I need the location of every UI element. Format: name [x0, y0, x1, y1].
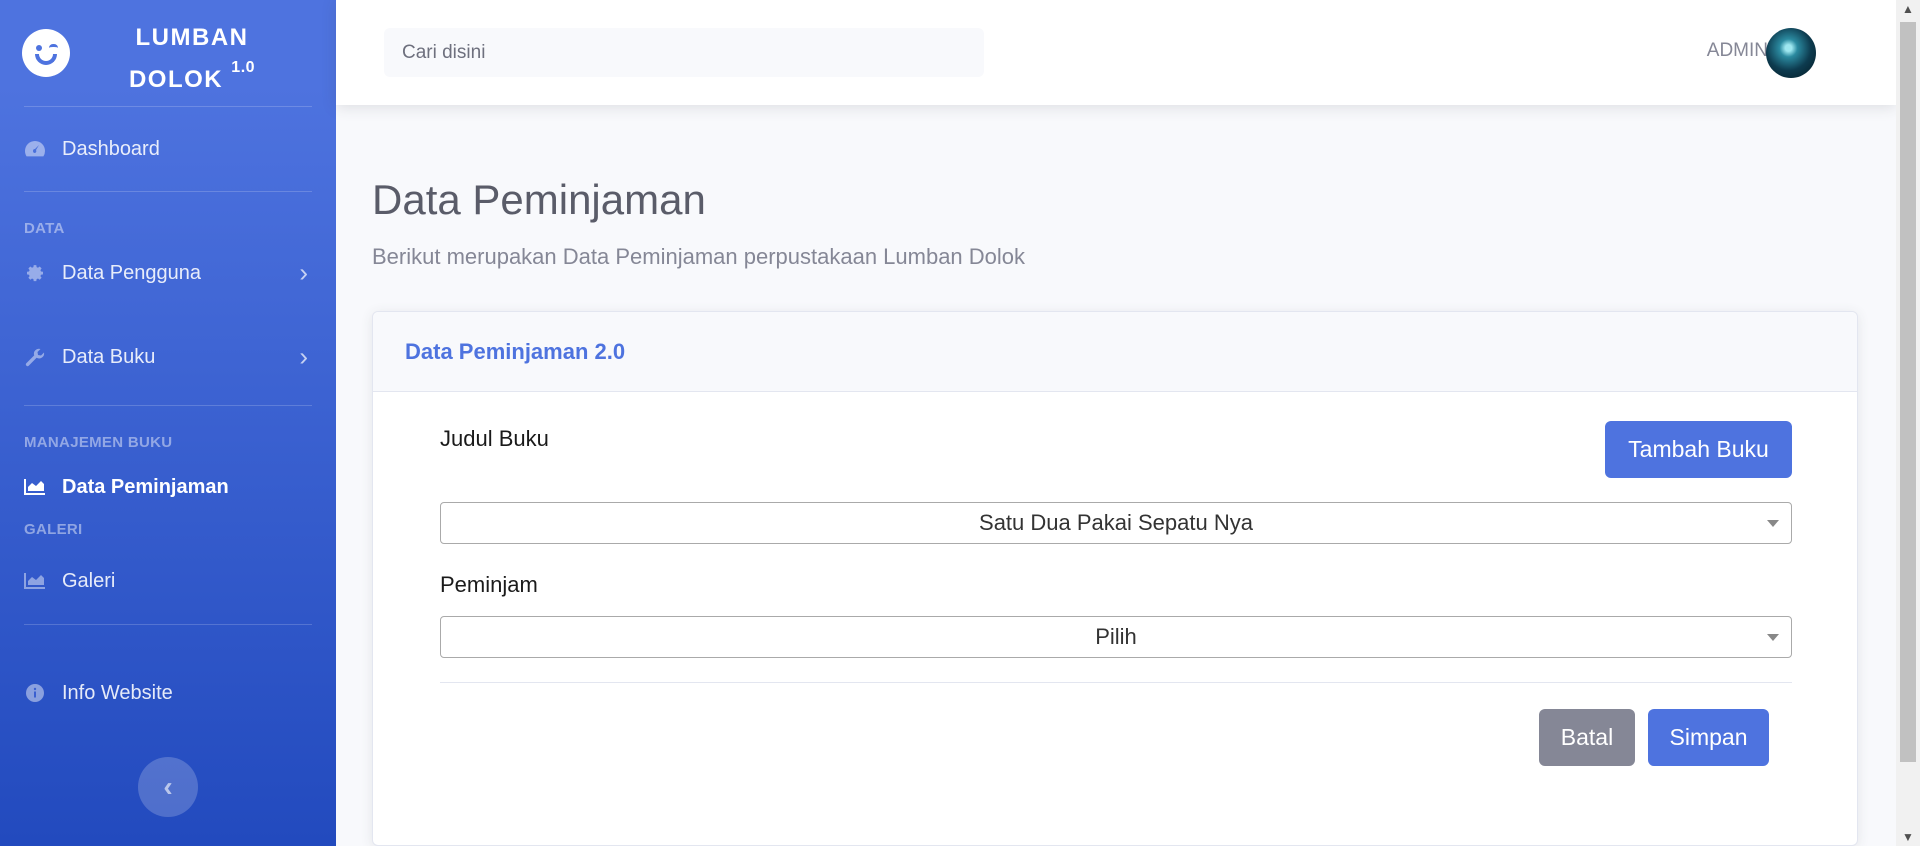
brand-name: LUMBAN DOLOK 1.0	[112, 20, 272, 98]
peminjam-select[interactable]: Pilih	[440, 616, 1792, 658]
sidebar-item-label: Data Buku	[62, 345, 156, 368]
caret-down-icon	[1767, 634, 1779, 641]
judul-buku-select[interactable]: Satu Dua Pakai Sepatu Nya	[440, 502, 1792, 544]
card-header: Data Peminjaman 2.0	[373, 312, 1857, 392]
avatar[interactable]	[1766, 28, 1816, 78]
chevron-right-icon: ›	[299, 341, 308, 372]
form-card: Data Peminjaman 2.0 Judul Buku Tambah Bu…	[372, 311, 1858, 846]
peminjam-selected-value: Pilih	[1095, 624, 1137, 649]
search-input[interactable]	[384, 28, 984, 77]
sidebar-item-data-buku[interactable]: Data Buku ›	[0, 309, 336, 405]
page-title: Data Peminjaman	[372, 176, 706, 223]
topbar: ADMIN	[336, 0, 1896, 105]
judul-buku-selected-value: Satu Dua Pakai Sepatu Nya	[979, 510, 1253, 535]
sidebar-item-label: Info Website	[62, 681, 173, 704]
area-chart-icon	[24, 570, 46, 592]
page-scrollbar[interactable]: ▲ ▼	[1896, 0, 1920, 846]
scroll-up-arrow-icon[interactable]: ▲	[1896, 2, 1920, 16]
sidebar-heading-data: DATA	[24, 220, 65, 237]
tambah-buku-button[interactable]: Tambah Buku	[1605, 421, 1792, 478]
judul-buku-label: Judul Buku	[440, 426, 549, 451]
sidebar-toggle-button[interactable]: ‹	[138, 757, 198, 817]
scroll-down-arrow-icon[interactable]: ▼	[1896, 830, 1920, 844]
gear-icon	[24, 262, 46, 284]
brand-line-2: DOLOK	[128, 66, 224, 93]
sidebar-item-label: Data Pengguna	[62, 261, 202, 284]
wrench-icon	[24, 346, 46, 368]
caret-down-icon	[1767, 520, 1779, 527]
sidebar-divider	[24, 405, 312, 406]
sidebar-heading-galeri: GALERI	[24, 521, 83, 538]
brand-line-1: LUMBAN	[135, 24, 249, 51]
scrollbar-thumb[interactable]	[1900, 22, 1916, 762]
form-divider	[440, 682, 1792, 683]
area-chart-icon	[24, 476, 46, 498]
batal-button[interactable]: Batal	[1539, 709, 1635, 766]
sidebar-item-dashboard[interactable]: Dashboard	[0, 107, 336, 191]
sidebar-item-label: Galeri	[62, 569, 116, 592]
chevron-right-icon: ›	[299, 257, 308, 288]
sidebar-item-data-peminjaman[interactable]: Data Peminjaman	[0, 451, 336, 523]
sidebar-item-galeri[interactable]: Galeri	[0, 538, 336, 624]
simpan-button[interactable]: Simpan	[1648, 709, 1769, 766]
sidebar-item-data-pengguna[interactable]: Data Pengguna ›	[0, 237, 336, 309]
sidebar: LUMBAN DOLOK 1.0 Dashboard DATA Data Pen…	[0, 0, 336, 846]
sidebar-divider	[24, 624, 312, 625]
user-name[interactable]: ADMIN	[1707, 40, 1768, 62]
sidebar-item-info-website[interactable]: Info Website	[0, 651, 336, 735]
sidebar-divider	[24, 191, 312, 192]
chevron-left-icon: ‹	[163, 771, 173, 802]
tachometer-icon	[24, 138, 46, 160]
sidebar-item-label: Data Peminjaman	[62, 475, 229, 498]
sidebar-heading-manajemen: MANAJEMEN BUKU	[24, 434, 173, 451]
brand-version: 1.0	[231, 59, 256, 76]
wink-face-icon	[22, 29, 70, 77]
sidebar-item-label: Dashboard	[62, 137, 160, 160]
brand-link[interactable]: LUMBAN DOLOK 1.0	[0, 0, 336, 106]
peminjam-label: Peminjam	[440, 572, 538, 597]
info-circle-icon	[24, 682, 46, 704]
page-subtitle: Berikut merupakan Data Peminjaman perpus…	[372, 244, 1026, 269]
